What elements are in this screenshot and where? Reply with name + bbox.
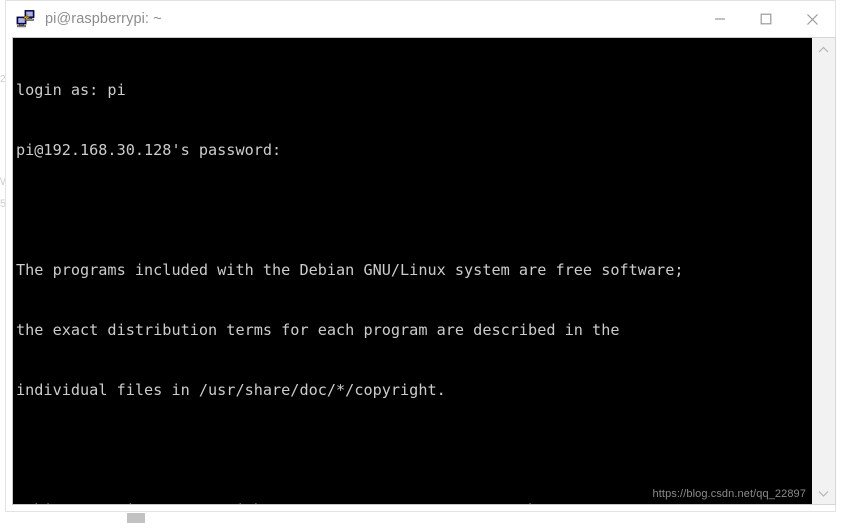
close-button[interactable] bbox=[789, 1, 835, 37]
terminal-line-motd-2: the exact distribution terms for each pr… bbox=[16, 321, 620, 339]
screen: 21 W 5 pi@r bbox=[0, 0, 841, 529]
scroll-up-icon[interactable] bbox=[812, 38, 835, 60]
window-controls bbox=[697, 1, 835, 37]
watermark: https://blog.csdn.net/qq_22897 bbox=[652, 488, 806, 500]
terminal-line-login: login as: pi bbox=[16, 81, 126, 99]
terminal-line-warranty-1: Debian GNU/Linux comes with ABSOLUTELY N… bbox=[16, 500, 812, 504]
taskbar-nub bbox=[127, 513, 145, 523]
terminal-line-motd-1: The programs included with the Debian GN… bbox=[16, 261, 684, 279]
terminal-scrollbar[interactable] bbox=[812, 37, 836, 505]
window-title: pi@raspberrypi: ~ bbox=[45, 11, 162, 27]
title-bar[interactable]: pi@raspberrypi: ~ bbox=[6, 1, 835, 38]
putty-terminal-window: pi@raspberrypi: ~ login as: pi pi@192.16… bbox=[5, 0, 836, 512]
maximize-button[interactable] bbox=[743, 1, 789, 37]
putty-icon bbox=[16, 9, 36, 29]
terminal-line-blank-2 bbox=[16, 440, 812, 460]
terminal-screen[interactable]: login as: pi pi@192.168.30.128's passwor… bbox=[12, 37, 812, 505]
terminal-line-motd-3: individual files in /usr/share/doc/*/cop… bbox=[16, 381, 446, 399]
scroll-down-icon[interactable] bbox=[812, 482, 835, 504]
minimize-button[interactable] bbox=[697, 1, 743, 37]
terminal-line-blank-1 bbox=[16, 200, 812, 220]
terminal-line-password: pi@192.168.30.128's password: bbox=[16, 141, 282, 159]
terminal-text: login as: pi pi@192.168.30.128's passwor… bbox=[16, 40, 812, 504]
